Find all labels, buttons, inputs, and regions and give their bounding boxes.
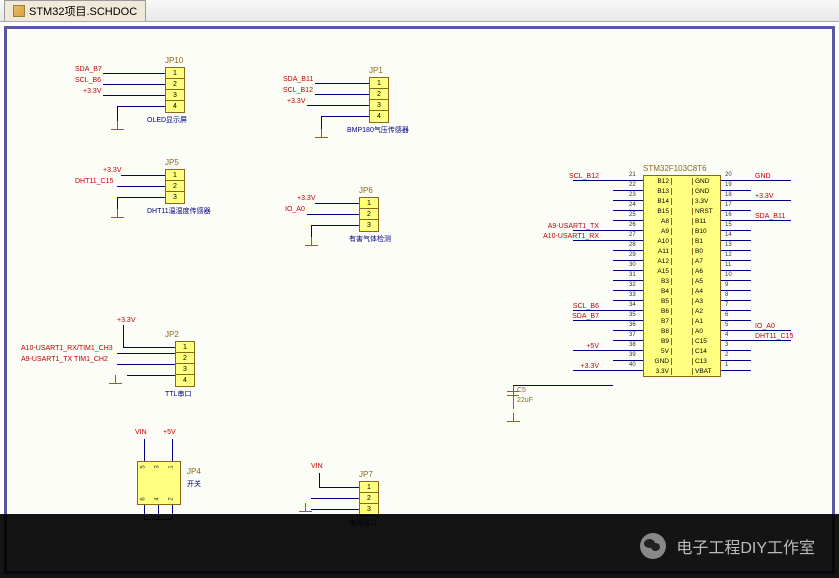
- jp10-ref: JP10: [165, 56, 183, 65]
- net-a10-rx: A10-USART1_RX/TIM1_CH3: [21, 345, 113, 352]
- jp5-ref: JP5: [165, 158, 179, 167]
- jp6-ref: JP6: [359, 186, 373, 195]
- watermark-footer: 电子工程DIY工作室: [0, 514, 839, 578]
- net-a9-tx: A9-USART1_TX TIM1_CH2: [21, 356, 108, 363]
- connector-jp7: 1 2 3: [359, 481, 379, 516]
- jp6-desc: 有害气体检测: [349, 234, 391, 244]
- tab-title: STM32项目.SCHDOC: [29, 3, 137, 19]
- document-tab[interactable]: STM32项目.SCHDOC: [4, 0, 146, 21]
- net-scl-b12: SCL_B12: [283, 87, 313, 94]
- net-vin-2: VIN: [311, 463, 323, 470]
- schematic-sheet: 1 2 3 4 JP10 OLED显示屏 SDA_B7 SCL_B6 +3.3V…: [4, 26, 835, 574]
- net-33v-3: +3.3V: [103, 167, 122, 174]
- schematic-file-icon: [13, 5, 25, 17]
- jp1-ref: JP1: [369, 66, 383, 75]
- net-vin-1: VIN: [135, 429, 147, 436]
- tab-bar: STM32项目.SCHDOC: [0, 0, 839, 22]
- net-33v-1: +3.3V: [83, 88, 102, 95]
- jp4-ref: JP4: [187, 467, 201, 476]
- connector-jp6: 1 2 3: [359, 197, 379, 232]
- chip-ref: STM32F103C8T6: [643, 164, 707, 173]
- wechat-icon: [640, 533, 666, 559]
- connector-jp2: 1 2 3 4: [175, 341, 195, 387]
- net-33v-5: +3.3V: [117, 317, 136, 324]
- net-scl-b6: SCL_B6: [75, 77, 101, 84]
- connector-jp5: 1 2 3: [165, 169, 185, 204]
- connector-jp4: 5 3 1 6 4 2: [137, 461, 181, 505]
- chip-stm32: B12GNDB13GNDB143.3VB15NRSTA8B11A9B10A10B…: [643, 175, 721, 377]
- jp10-desc: OLED显示屏: [147, 115, 187, 125]
- connector-jp10: 1 2 3 4: [165, 67, 185, 113]
- net-33v-2: +3.3V: [287, 98, 306, 105]
- net-5v-1: +5V: [163, 429, 176, 436]
- jp5-desc: DHT11温湿度传感器: [147, 206, 211, 216]
- footer-text: 电子工程DIY工作室: [676, 534, 815, 558]
- net-dht11: DHT11_C15: [75, 178, 113, 185]
- net-io-a0: IO_A0: [285, 206, 305, 213]
- jp2-desc: TTL串口: [165, 389, 191, 399]
- net-sda-b11: SDA_B11: [283, 76, 313, 83]
- jp7-ref: JP7: [359, 470, 373, 479]
- jp2-ref: JP2: [165, 330, 179, 339]
- jp1-desc: BMP180气压传感器: [347, 125, 409, 135]
- jp4-desc: 开关: [187, 479, 201, 489]
- net-33v-4: +3.3V: [297, 195, 316, 202]
- connector-jp1: 1 2 3 4: [369, 77, 389, 123]
- schematic-canvas[interactable]: 1 2 3 4 JP10 OLED显示屏 SDA_B7 SCL_B6 +3.3V…: [0, 22, 839, 578]
- cap-c5-val: 22uF: [517, 397, 533, 404]
- net-sda-b7: SDA_B7: [75, 66, 102, 73]
